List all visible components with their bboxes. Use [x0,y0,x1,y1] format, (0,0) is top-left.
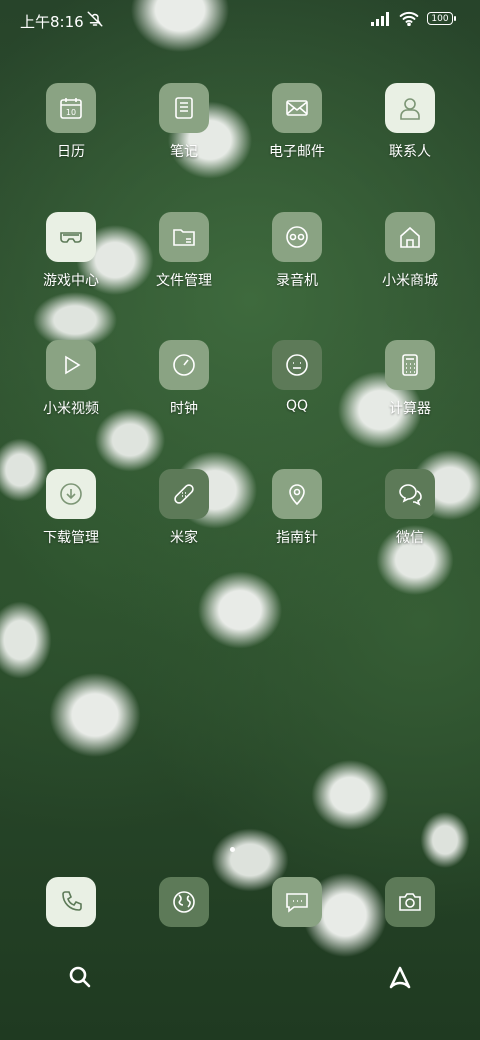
page-dot-active [230,847,235,852]
app-label: 时钟 [170,401,198,417]
app-game-center[interactable]: 游戏中心 [21,212,121,312]
page-indicator [230,847,235,852]
app-label: 米家 [170,530,198,546]
battery-level: 100 [427,12,453,25]
tape-recorder-icon [272,212,322,262]
app-recorder[interactable]: 录音机 [247,212,347,312]
calendar-icon: 10 [46,83,96,133]
mail-icon [272,83,322,133]
status-time: 上午8:16 [20,13,84,31]
app-mi-video[interactable]: 小米视频 [21,340,121,440]
app-compass[interactable]: 指南针 [247,469,347,569]
app-label: 日历 [57,144,85,160]
app-download-manager[interactable]: 下载管理 [21,469,121,569]
app-label: 文件管理 [156,273,212,289]
app-label: 联系人 [389,144,431,160]
app-clock[interactable]: 时钟 [134,340,234,440]
search-icon[interactable] [68,965,92,989]
app-label: 小米商城 [382,273,438,289]
vr-headset-icon [46,212,96,262]
app-calculator[interactable]: 计算器 [360,340,460,440]
app-qq[interactable]: QQ [247,340,347,440]
calendar-date: 10 [66,108,76,117]
do-not-disturb-icon [87,11,103,27]
clock-icon [159,340,209,390]
chat-bubbles-icon [385,469,435,519]
app-label: 微信 [396,530,424,546]
smiley-icon [272,340,322,390]
app-contacts[interactable]: 联系人 [360,83,460,183]
folder-icon [159,212,209,262]
app-label: 游戏中心 [43,273,99,289]
messages-icon[interactable] [272,877,322,927]
app-email[interactable]: 电子邮件 [247,83,347,183]
contact-icon [385,83,435,133]
battery-indicator: 100 [427,12,456,25]
bandage-icon [159,469,209,519]
wifi-icon [399,11,419,26]
app-wechat[interactable]: 微信 [360,469,460,569]
app-label: 小米视频 [43,401,99,417]
home-screen: { "status": {"time": "上午8:16", "battery"… [0,0,480,1040]
assistant-icon[interactable] [387,965,413,991]
app-label: QQ [285,398,309,414]
calculator-icon [385,340,435,390]
app-file-manager[interactable]: 文件管理 [134,212,234,312]
app-label: 指南针 [276,530,318,546]
app-mi-store[interactable]: 小米商城 [360,212,460,312]
app-label: 下载管理 [43,530,99,546]
signal-icon [371,11,389,26]
app-label: 计算器 [389,401,431,417]
status-bar: 上午8:16 100 [0,0,480,40]
app-mijia[interactable]: 米家 [134,469,234,569]
notes-icon [159,83,209,133]
phone-icon[interactable] [46,877,96,927]
location-pin-icon [272,469,322,519]
app-label: 笔记 [170,144,198,160]
camera-icon[interactable] [385,877,435,927]
home-store-icon [385,212,435,262]
browser-globe-icon[interactable] [159,877,209,927]
app-calendar[interactable]: 10 日历 [21,83,121,183]
app-label: 电子邮件 [269,144,325,160]
app-notes[interactable]: 笔记 [134,83,234,183]
download-icon [46,469,96,519]
app-label: 录音机 [276,273,318,289]
play-icon [46,340,96,390]
